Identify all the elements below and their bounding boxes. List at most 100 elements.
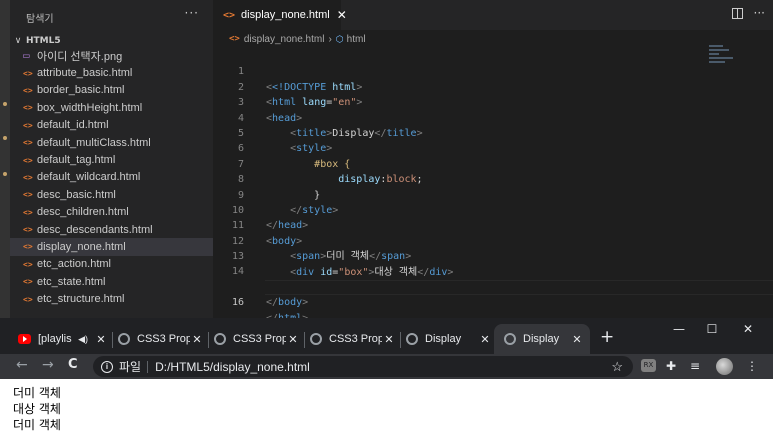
html-file-icon: <>: [23, 85, 33, 95]
editor-more-button[interactable]: ···: [754, 6, 765, 20]
info-icon[interactable]: i: [101, 360, 113, 373]
file-item[interactable]: <> etc_structure.html: [10, 290, 213, 307]
explorer-title: 탐색기: [26, 14, 54, 25]
file-item[interactable]: <> etc_action.html: [10, 256, 213, 273]
window-close-button[interactable]: ✕: [738, 322, 758, 336]
file-item-label: etc_structure.html: [37, 293, 125, 306]
file-item[interactable]: <> attribute_basic.html: [10, 64, 213, 81]
file-item-label: display_none.html: [37, 240, 126, 253]
chrome-window: [playlis ◀) ✕ CSS3 Prop ✕ CSS3 Prop ✕ CS…: [0, 318, 773, 440]
html-file-icon: <>: [23, 172, 33, 182]
file-item[interactable]: ▭ 아이디 선택자.png: [10, 47, 213, 64]
breadcrumb: <> display_none.html › ⬡ html: [229, 32, 366, 46]
code-line: 8 }: [213, 157, 713, 200]
split-editor-icon[interactable]: [732, 8, 743, 19]
file-item[interactable]: <> etc_state.html: [10, 273, 213, 290]
file-item[interactable]: <> default_id.html: [10, 117, 213, 134]
browser-tab[interactable]: CSS3 Prop ✕: [214, 324, 300, 354]
code-text: </body>: [266, 297, 309, 309]
puzzle-icon[interactable]: ✚: [666, 359, 676, 374]
address-url: D:/HTML5/display_none.html: [155, 359, 310, 374]
code-editor[interactable]: 1 <<!DOCTYPE html> 2 <html lang="en"> 3 …: [213, 49, 773, 324]
avatar[interactable]: [716, 358, 733, 375]
code-line: 1 <<!DOCTYPE html>: [213, 49, 713, 92]
browser-tab-label: CSS3 Prop: [329, 333, 382, 345]
file-item[interactable]: <> desc_descendants.html: [10, 221, 213, 238]
close-icon[interactable]: ✕: [478, 333, 492, 346]
tab-separator: [208, 332, 209, 348]
forward-button[interactable]: →: [42, 357, 54, 373]
file-item-label: default_id.html: [37, 119, 109, 132]
close-icon[interactable]: ✕: [190, 333, 204, 346]
file-item[interactable]: <> default_tag.html: [10, 151, 213, 168]
address-separator: [147, 360, 149, 373]
editor-group: <> display_none.html ✕ ··· <> display_no…: [213, 0, 773, 324]
reload-button[interactable]: C: [68, 357, 78, 372]
minimize-button[interactable]: —: [669, 322, 689, 336]
file-item-label: etc_state.html: [37, 275, 106, 288]
more-vert-icon[interactable]: ⋮: [746, 359, 758, 374]
file-item-label: 아이디 선택자.png: [37, 50, 123, 63]
close-icon[interactable]: ✕: [286, 333, 300, 346]
file-item-label: desc_descendants.html: [37, 223, 153, 236]
file-item[interactable]: <> desc_children.html: [10, 204, 213, 221]
activity-bar: [0, 0, 10, 318]
file-item[interactable]: <> desc_basic.html: [10, 186, 213, 203]
file-item-label: desc_children.html: [37, 206, 129, 219]
close-icon[interactable]: ✕: [337, 8, 347, 22]
file-item[interactable]: <> box_widthHeight.html: [10, 99, 213, 116]
globe-icon: [406, 333, 418, 345]
explorer-more-button[interactable]: ···: [185, 6, 199, 20]
speaker-icon[interactable]: ◀): [78, 334, 88, 345]
html-file-icon: <>: [229, 34, 240, 44]
html-file-icon: <>: [23, 120, 33, 130]
media-control-icon[interactable]: ≡: [690, 359, 700, 374]
code-line: 11 <body>: [213, 203, 713, 246]
star-icon[interactable]: ☆: [611, 359, 623, 375]
browser-tab-active[interactable]: Display ✕: [494, 324, 590, 354]
browser-tab[interactable]: [playlis ◀) ✕: [18, 324, 108, 354]
back-button[interactable]: ←: [16, 357, 28, 373]
close-icon[interactable]: ✕: [382, 333, 396, 346]
close-icon[interactable]: ✕: [570, 333, 584, 346]
tab-separator: [400, 332, 401, 348]
browser-tab[interactable]: CSS3 Prop ✕: [310, 324, 396, 354]
close-icon[interactable]: ✕: [94, 333, 108, 346]
browser-tab[interactable]: Display ✕: [406, 324, 492, 354]
editor-tabbar: <> display_none.html ✕ ···: [213, 0, 773, 30]
browser-tabstrip: [playlis ◀) ✕ CSS3 Prop ✕ CSS3 Prop ✕ CS…: [0, 318, 773, 354]
browser-tab-label: CSS3 Prop: [233, 333, 286, 345]
file-list: ▭ 아이디 선택자.png <> attribute_basic.html <> bord…: [10, 47, 213, 308]
file-item-label: attribute_basic.html: [37, 67, 133, 80]
file-item[interactable]: <> display_none.html: [10, 238, 213, 256]
new-tab-button[interactable]: +: [600, 327, 614, 347]
breadcrumb-symbol[interactable]: html: [347, 34, 366, 45]
file-item[interactable]: <> border_basic.html: [10, 82, 213, 99]
code-line: 13 <div id="box">대상 객체</div>: [213, 234, 713, 277]
file-item[interactable]: <> default_multiClass.html: [10, 134, 213, 151]
globe-icon: [310, 333, 322, 345]
file-item[interactable]: <> default_wildcard.html: [10, 169, 213, 186]
html-file-icon: <>: [23, 103, 33, 113]
youtube-icon: [18, 334, 31, 344]
extension-box-label: RX: [641, 359, 656, 372]
minimap[interactable]: [709, 45, 743, 69]
activity-marker: [3, 172, 7, 176]
breadcrumb-file[interactable]: display_none.html: [244, 34, 325, 45]
file-item-label: default_wildcard.html: [37, 171, 141, 184]
chevron-right-icon: ›: [328, 33, 332, 45]
extension-box-icon[interactable]: RX: [641, 359, 656, 374]
browser-page-content: 더미 객체 대상 객체 더미 객체: [0, 379, 773, 440]
html-file-icon: <>: [23, 138, 33, 148]
maximize-button[interactable]: ☐: [702, 322, 722, 336]
editor-tab-active[interactable]: <> display_none.html ✕: [213, 0, 347, 30]
browser-tab-label: [playlis: [38, 333, 72, 345]
browser-tab[interactable]: CSS3 Prop ✕: [118, 324, 204, 354]
browser-toolbar: ← → C i 파일 D:/HTML5/display_none.html ☆ …: [0, 354, 773, 379]
chevron-down-icon: ∨: [14, 35, 22, 46]
html-file-icon: <>: [223, 9, 236, 21]
activity-marker: [3, 136, 7, 140]
browser-tab-label: Display: [425, 333, 462, 345]
code-line: 10 </head>: [213, 188, 713, 231]
address-bar[interactable]: i 파일 D:/HTML5/display_none.html ☆: [93, 356, 633, 377]
